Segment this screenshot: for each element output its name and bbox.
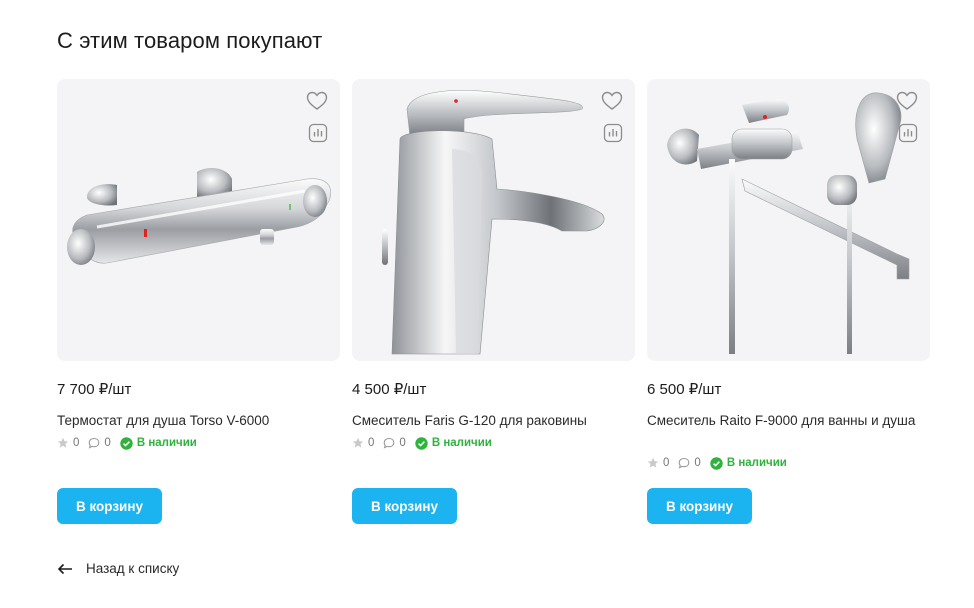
add-to-cart-button[interactable]: В корзину — [57, 488, 162, 524]
basin-faucet-image — [382, 90, 605, 355]
shower-thermostat-image — [67, 167, 331, 265]
check-circle-icon — [120, 436, 133, 450]
product-meta: 0 0 В наличии — [57, 436, 197, 450]
star-icon — [352, 437, 364, 448]
reviews-count: 0 — [694, 457, 701, 469]
comment-icon — [679, 457, 690, 469]
reviews: 0 — [678, 457, 701, 469]
product-meta: 0 0 В наличии — [352, 436, 492, 450]
check-circle-icon — [710, 456, 723, 470]
reviews-count: 0 — [399, 437, 406, 449]
product-image[interactable] — [647, 79, 930, 361]
add-to-cart-button[interactable]: В корзину — [647, 488, 752, 524]
stock-status: В наличии — [415, 436, 492, 450]
heart-icon[interactable] — [601, 91, 623, 111]
product-image[interactable] — [57, 79, 340, 361]
add-to-cart-button[interactable]: В корзину — [352, 488, 457, 524]
heart-icon[interactable] — [896, 91, 918, 111]
reviews: 0 — [383, 437, 406, 449]
product-card: 7 700 ₽/шт Термостат для душа Torso V-60… — [57, 79, 340, 529]
product-image[interactable] — [352, 79, 635, 361]
stock-status: В наличии — [710, 456, 787, 470]
product-name[interactable]: Термостат для душа Torso V-6000 — [57, 411, 327, 431]
reviews-count: 0 — [104, 437, 111, 449]
arrow-left-icon — [57, 563, 72, 574]
star-icon — [647, 457, 659, 468]
compare-icon[interactable] — [308, 123, 328, 143]
compare-icon[interactable] — [898, 123, 918, 143]
stock-label: В наличии — [726, 457, 787, 469]
back-label: Назад к списку — [86, 561, 180, 576]
heart-icon[interactable] — [306, 91, 328, 111]
rating: 0 — [57, 437, 79, 449]
product-price: 6 500 ₽/шт — [647, 381, 722, 398]
section-title: С этим товаром покупают — [57, 28, 323, 53]
product-price: 4 500 ₽/шт — [352, 381, 427, 398]
product-list: 7 700 ₽/шт Термостат для душа Torso V-60… — [57, 79, 932, 529]
compare-icon[interactable] — [603, 123, 623, 143]
comment-icon — [89, 437, 100, 449]
product-name[interactable]: Смеситель Raito F-9000 для ванны и душа — [647, 411, 917, 431]
rating-value: 0 — [73, 437, 80, 449]
rating-value: 0 — [663, 457, 670, 469]
product-name[interactable]: Смеситель Faris G-120 для раковины — [352, 411, 622, 431]
stock-label: В наличии — [431, 437, 492, 449]
rating: 0 — [647, 457, 669, 469]
stock-status: В наличии — [120, 436, 197, 450]
product-card: 4 500 ₽/шт Смеситель Faris G-120 для рак… — [352, 79, 635, 529]
rating-value: 0 — [368, 437, 375, 449]
back-to-list-link[interactable]: Назад к списку — [57, 561, 179, 576]
reviews: 0 — [88, 437, 111, 449]
product-card: 6 500 ₽/шт Смеситель Raito F-9000 для ва… — [647, 79, 930, 529]
stock-label: В наличии — [136, 437, 197, 449]
comment-icon — [384, 437, 395, 449]
star-icon — [57, 437, 69, 448]
product-meta: 0 0 В наличии — [647, 456, 787, 470]
rating: 0 — [352, 437, 374, 449]
bath-shower-mixer-image — [667, 92, 910, 354]
check-circle-icon — [415, 436, 428, 450]
product-price: 7 700 ₽/шт — [57, 381, 132, 398]
